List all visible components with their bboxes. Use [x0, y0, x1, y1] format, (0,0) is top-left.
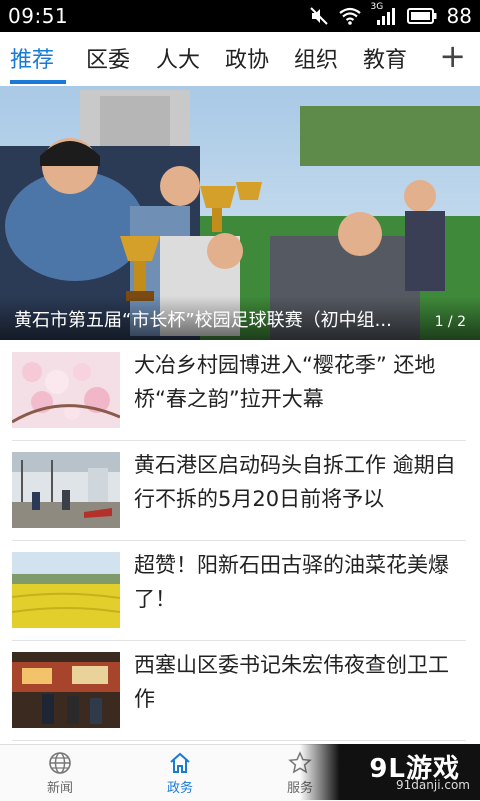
nav-government-label: 政务 — [166, 781, 193, 796]
news-item[interactable]: 西塞山区委书记朱宏伟夜查创卫工作 — [12, 640, 466, 741]
nav-news[interactable]: 新闻 — [15, 751, 105, 796]
tab-peoples-congress[interactable]: 人大 — [156, 42, 200, 74]
active-tab-indicator — [10, 80, 66, 84]
news-title: 西塞山区委书记朱宏伟夜查创卫工作 — [134, 653, 449, 711]
news-item[interactable]: 大冶乡村园博进入“樱花季” 还地桥“春之韵”拉开大幕 — [12, 340, 466, 441]
news-title: 黄石港区启动码头自拆工作 逾期自行不拆的5月20日前将予以 — [134, 453, 456, 511]
news-item[interactable]: 超赞！阳新石田古驿的油菜花美爆了！ — [12, 540, 466, 641]
status-bar: 09:51 3G 88 — [0, 0, 480, 32]
category-tab-bar: 推荐 区委 人大 政协 组织 教育 + — [0, 32, 480, 86]
hero-banner[interactable]: 黄石市第五届“市长杯”校园足球联赛（初中组... 1 / 2 — [0, 86, 480, 340]
tab-education[interactable]: 教育 — [363, 42, 407, 74]
site-watermark: 9L游戏 91danji.com — [300, 744, 480, 800]
add-tab-button[interactable]: + — [439, 36, 466, 76]
nav-news-label: 新闻 — [46, 781, 73, 796]
news-thumbnail — [12, 452, 120, 528]
tab-district-committee[interactable]: 区委 — [86, 42, 130, 74]
news-title: 超赞！阳新石田古驿的油菜花美爆了！ — [134, 553, 449, 611]
hero-page-indicator: 1 / 2 — [434, 314, 466, 330]
status-icons: 3G 88 — [309, 2, 472, 28]
hero-caption: 黄石市第五届“市长杯”校园足球联赛（初中组... — [14, 310, 392, 331]
globe-icon — [49, 752, 71, 774]
tab-cppcc[interactable]: 政协 — [225, 42, 269, 74]
news-thumbnail — [12, 552, 120, 628]
news-item[interactable]: 黄石港区启动码头自拆工作 逾期自行不拆的5月20日前将予以 — [12, 440, 466, 541]
news-title: 大冶乡村园博进入“樱花季” 还地桥“春之韵”拉开大幕 — [134, 353, 436, 411]
news-thumbnail — [12, 652, 120, 728]
news-thumbnail — [12, 352, 120, 428]
mute-icon — [309, 7, 328, 25]
signal-icon: 3G — [371, 2, 397, 26]
watermark-url: 91danji.com — [396, 778, 470, 792]
wifi-icon — [338, 7, 361, 25]
status-time: 09:51 — [8, 4, 69, 28]
home-icon — [170, 752, 190, 773]
tab-recommend[interactable]: 推荐 — [10, 42, 54, 74]
nav-government[interactable]: 政务 — [135, 751, 225, 796]
battery-icon — [406, 8, 437, 24]
battery-level: 88 — [446, 4, 472, 28]
tab-organization[interactable]: 组织 — [294, 42, 338, 74]
